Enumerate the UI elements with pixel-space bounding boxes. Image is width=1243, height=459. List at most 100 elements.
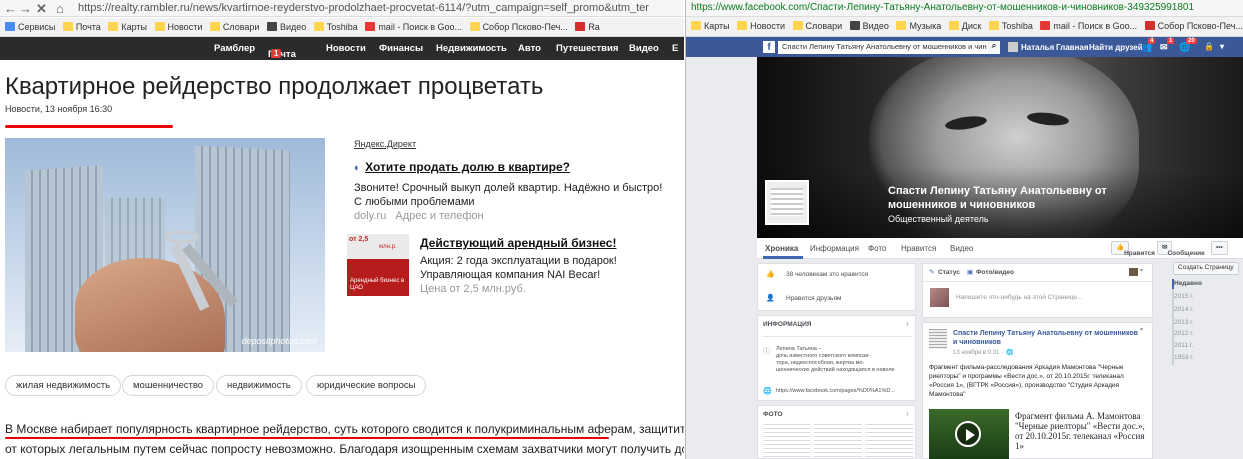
nav-item[interactable]: Путешествия — [556, 43, 618, 54]
bookmark-item[interactable]: Toshiba — [313, 18, 358, 36]
bookmark-item[interactable]: Собор Псково-Печ... — [469, 18, 568, 36]
find-friends-link[interactable]: Найти друзей — [1089, 43, 1143, 52]
play-button[interactable] — [955, 421, 981, 447]
nav-item[interactable]: Авто — [518, 43, 541, 54]
ad-text: С любыми проблемами — [354, 196, 475, 208]
photo-video-tab[interactable]: Фото/видео — [976, 269, 1014, 276]
tab-timeline[interactable]: Хроника — [765, 244, 798, 253]
like-page-button[interactable]: 👍 Нравится — [1111, 241, 1155, 257]
bookmark-item[interactable]: Видео — [849, 17, 889, 35]
bookmark-item[interactable]: Новости — [154, 18, 202, 36]
timeline-year[interactable]: 2014 г. — [1174, 306, 1194, 313]
page-title[interactable]: Спасти Лепину Татьяну Анатольевну от моше… — [888, 184, 1107, 212]
tab-videos[interactable]: Видео — [950, 244, 973, 253]
avatar[interactable] — [1129, 268, 1138, 276]
post-timestamp[interactable]: 13 ноября в 0:31 · — [953, 350, 1003, 356]
timeline-year[interactable]: 1953 г. — [1174, 354, 1194, 361]
post-author[interactable]: Спасти Лепину Татьяну Анатольевну от мош… — [953, 329, 1138, 347]
home-icon[interactable]: ⌂ — [56, 0, 64, 17]
close-icon[interactable]: ✕ — [36, 0, 47, 17]
post-composer-input[interactable]: Напишите что-нибудь на этой Странице... — [956, 294, 1082, 301]
chevron-down-icon[interactable]: ▾ — [1220, 42, 1224, 51]
bookmark-item[interactable]: Словари — [792, 17, 842, 35]
ad-title[interactable]: Хотите продать долю в квартире? — [365, 160, 570, 174]
ad-thumbnail[interactable]: от 2,5 млн.р. Арендный бизнес в ЦАО — [347, 234, 409, 296]
chevron-down-icon[interactable]: ▾ — [1140, 326, 1143, 333]
nav-item[interactable]: Е — [672, 43, 678, 54]
bookmark-item[interactable]: Карты — [108, 18, 147, 36]
photo-thumbnail[interactable] — [865, 424, 913, 458]
tag-chip[interactable]: недвижимость — [216, 375, 302, 396]
bookmark-item[interactable]: Музыка — [896, 17, 941, 35]
ad-site[interactable]: doly.ru — [354, 210, 386, 222]
yandex-direct-label[interactable]: Яндекс.Директ — [354, 139, 416, 149]
page-avatar[interactable] — [929, 329, 947, 349]
timeline-year[interactable]: 2015 г. — [1174, 293, 1194, 300]
timeline-year[interactable]: 2012 г. — [1174, 330, 1194, 337]
lock-icon[interactable]: 🔒 — [1204, 42, 1214, 51]
video-title[interactable]: Фрагмент фильма А. Мамонтова "Черные рие… — [1015, 411, 1145, 451]
tab-photos[interactable]: Фото — [868, 244, 886, 253]
search-icon[interactable]: ⌕ — [988, 41, 1000, 54]
info-text-line: тора, недееспособная, жертва мо- — [776, 360, 865, 366]
photo-thumbnail[interactable] — [814, 424, 862, 458]
bookmark-item[interactable]: Новости — [737, 17, 785, 35]
home-link[interactable]: Главная — [1056, 43, 1089, 52]
chevron-down-icon[interactable]: ▾ — [1140, 267, 1143, 274]
back-icon[interactable]: ← — [4, 0, 17, 17]
bookmark-item[interactable]: Диск — [948, 17, 981, 35]
post-text-line: риелторы" и программы «Вести дос.», от 2… — [929, 373, 1124, 380]
bookmark-item[interactable]: mail - Поиск в Goo... — [1040, 17, 1137, 35]
more-button[interactable]: ••• — [1211, 241, 1228, 255]
status-tab[interactable]: Статус — [938, 269, 960, 276]
bookmark-item[interactable]: Ra — [575, 18, 600, 36]
forward-icon[interactable]: → — [19, 0, 32, 17]
tag-chip[interactable]: мошенничество — [122, 375, 215, 396]
bookmark-item[interactable]: Видео — [266, 18, 306, 36]
bookmarks-bar: Карты Новости Словари Видео Музыка Диск … — [686, 17, 1243, 37]
info-header[interactable]: ИНФОРМАЦИЯ — [763, 321, 811, 328]
bookmark-item[interactable]: Почта — [62, 18, 101, 36]
messages-icon[interactable]: ✉ — [1160, 42, 1168, 53]
ad-thumb-unit: млн.р. — [379, 244, 397, 250]
bookmark-item[interactable]: mail - Поиск в Goo... — [365, 18, 462, 36]
tab-likes[interactable]: Нравится — [901, 244, 936, 253]
profile-link[interactable]: Наталья — [1021, 43, 1054, 52]
bookmark-item[interactable]: Toshiba — [988, 17, 1033, 35]
bookmark-item[interactable]: Собор Псково-Печ... — [1144, 17, 1243, 35]
profile-picture[interactable] — [765, 180, 809, 225]
chevron-right-icon[interactable]: › — [906, 409, 909, 418]
avatar[interactable] — [1008, 42, 1018, 52]
nav-item[interactable]: Новости — [326, 43, 366, 54]
tag-chip[interactable]: жилая недвижимость — [5, 375, 122, 396]
nav-item[interactable]: Рамблер — [214, 43, 255, 54]
ad-title[interactable]: Действующий арендный бизнес! — [420, 236, 617, 250]
video-thumbnail[interactable] — [929, 409, 1009, 459]
invite-friends-link[interactable]: Нравится друзьям — [786, 295, 841, 302]
photo-thumbnail[interactable] — [763, 424, 811, 458]
tab-info[interactable]: Информация — [810, 244, 859, 253]
photos-header[interactable]: ФОТО — [763, 411, 782, 418]
address-bar[interactable]: https://www.facebook.com/Спасти-Лепину-Т… — [686, 0, 1243, 17]
bookmark-item[interactable]: Карты — [691, 17, 730, 35]
nav-item[interactable]: Видео — [629, 43, 659, 54]
bookmark-item[interactable]: Сервисы — [5, 18, 55, 36]
post-text-line: Фрагмент фильма-расследования Аркадия Ма… — [929, 364, 1124, 371]
url-text[interactable]: https://realty.rambler.ru/news/kvartirno… — [78, 2, 649, 14]
address-bar[interactable]: ← → ✕ ⌂ https://realty.rambler.ru/news/k… — [0, 0, 684, 17]
message-button[interactable]: ✉ Сообщение — [1157, 241, 1205, 257]
nav-item[interactable]: Финансы — [379, 43, 423, 54]
cover-photo[interactable]: Спасти Лепину Татьяну Анатольевну от моше… — [757, 57, 1243, 238]
timeline-year[interactable]: Недавно — [1174, 280, 1202, 287]
timeline-year[interactable]: 2011 г. — [1174, 342, 1193, 349]
facebook-logo-icon[interactable]: f — [763, 41, 775, 53]
bookmark-item[interactable]: Словари — [209, 18, 259, 36]
website-link[interactable]: https://www.facebook.com/pages/%D0%A1%D.… — [776, 388, 895, 394]
ad-contact-link[interactable]: Адрес и телефон — [395, 210, 483, 222]
search-input[interactable]: Спасти Лепину Татьяну Анатольевну от мош… — [778, 41, 988, 54]
tag-chip[interactable]: юридические вопросы — [306, 375, 427, 396]
create-page-button[interactable]: Создать Страницу — [1173, 262, 1239, 275]
nav-item[interactable]: Недвижимость — [436, 43, 507, 54]
timeline-year[interactable]: 2013 г. — [1174, 319, 1194, 326]
chevron-right-icon[interactable]: › — [906, 319, 909, 328]
